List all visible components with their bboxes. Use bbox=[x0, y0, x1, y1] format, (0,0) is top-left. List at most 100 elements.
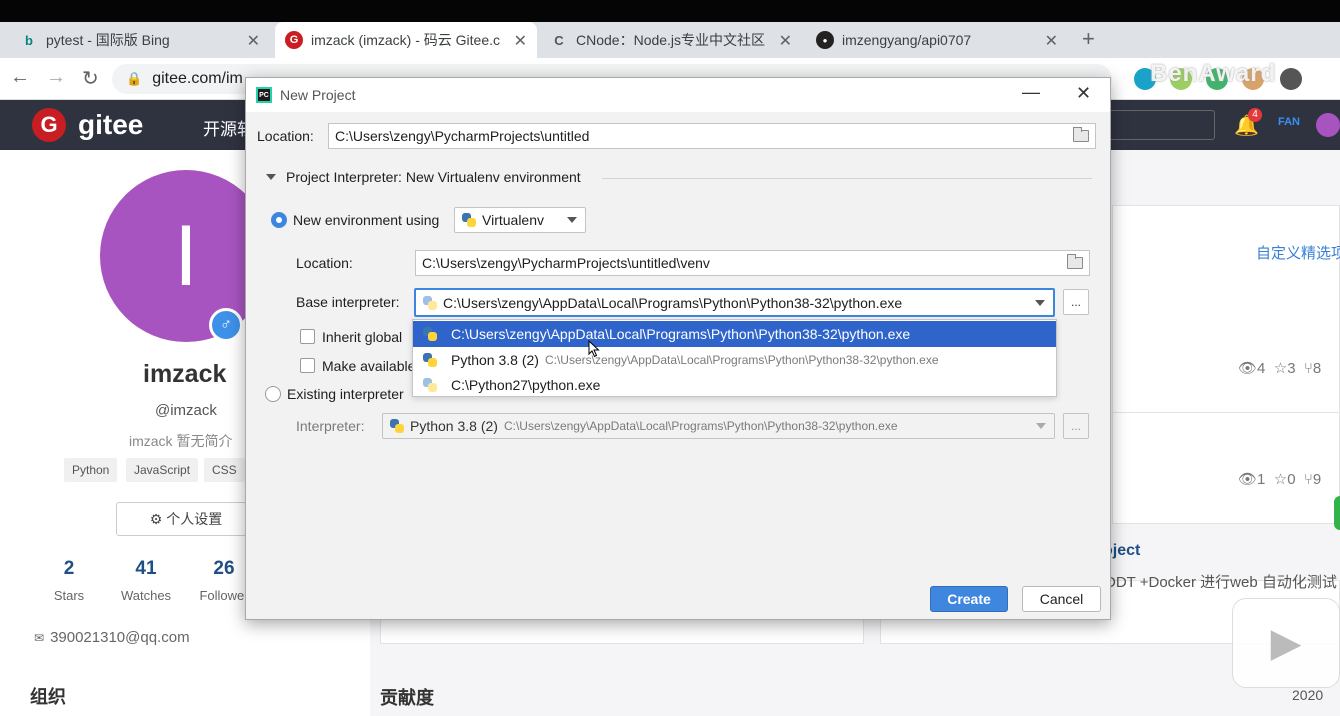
contribution-year[interactable]: 2020 bbox=[1292, 687, 1323, 703]
personal-settings-button[interactable]: ⚙ 个人设置 bbox=[116, 502, 256, 536]
dropdown-option[interactable]: C:\Python27\python.exe bbox=[413, 372, 1056, 398]
custom-featured-link[interactable]: 自定义精选项 bbox=[1256, 242, 1340, 263]
stat-label: Watches bbox=[120, 588, 172, 603]
location-label: Location: bbox=[257, 128, 314, 144]
star-icon[interactable]: ☆ bbox=[1274, 360, 1287, 377]
forks-count: 9 bbox=[1312, 471, 1322, 488]
tab-title: imzengyang/api0707 bbox=[842, 32, 972, 48]
settings-button-label: 个人设置 bbox=[166, 511, 223, 527]
interpreter-section-toggle[interactable]: Project Interpreter: New Virtualenv envi… bbox=[266, 169, 581, 185]
interpreter-label: Interpreter: bbox=[296, 418, 365, 434]
cnode-icon: C bbox=[554, 32, 564, 48]
inherit-global-checkbox[interactable] bbox=[300, 329, 315, 344]
dialog-titlebar: PC New Project — ✕ bbox=[246, 78, 1110, 112]
venv-location-input[interactable]: C:\Users\zengy\PycharmProjects\untitled\… bbox=[415, 250, 1090, 276]
base-interpreter-select[interactable]: C:\Users\zengy\AppData\Local\Programs\Py… bbox=[414, 288, 1055, 317]
views-count: 4 bbox=[1257, 360, 1266, 377]
tab-cnode[interactable]: C CNode：Node.js专业中文社区 ✕ bbox=[540, 22, 802, 58]
python-icon bbox=[462, 213, 476, 227]
organizations-heading: 组织 bbox=[30, 687, 66, 707]
fork-icon[interactable]: ⑂ bbox=[1304, 471, 1313, 488]
project-description: DDT +Docker 进行web 自动化测试 bbox=[1105, 574, 1337, 591]
gear-icon: ⚙ bbox=[149, 510, 163, 527]
minimize-icon[interactable]: — bbox=[1022, 82, 1040, 103]
interpreter-path: C:\Users\zengy\AppData\Local\Programs\Py… bbox=[503, 419, 898, 433]
profile-handle: @imzack bbox=[155, 402, 217, 419]
avatar[interactable] bbox=[1316, 113, 1340, 137]
project-card[interactable] bbox=[1112, 205, 1340, 415]
gitee-icon: G bbox=[285, 31, 303, 49]
views-count: 1 bbox=[1257, 471, 1266, 488]
gitee-logo[interactable]: G gitee bbox=[32, 108, 143, 142]
male-icon: ♂ bbox=[209, 308, 243, 342]
fork-icon[interactable]: ⑂ bbox=[1304, 360, 1313, 377]
forward-arrow-icon[interactable]: → bbox=[46, 66, 66, 89]
python-icon bbox=[390, 419, 404, 433]
stat-watches[interactable]: 41 Watches bbox=[111, 558, 181, 603]
project-meta: 👁4 ☆3 ⑂8 bbox=[1238, 359, 1321, 377]
browse-existing-button[interactable]: ... bbox=[1063, 413, 1089, 439]
contribution-heading: 贡献度 bbox=[380, 688, 434, 708]
chevron-down-icon bbox=[1036, 423, 1046, 429]
lock-icon: 🔒 bbox=[126, 71, 143, 86]
option-sub-path: C:\Users\zengy\AppData\Local\Programs\Py… bbox=[544, 353, 939, 367]
dropdown-option[interactable]: C:\Users\zengy\AppData\Local\Programs\Py… bbox=[413, 321, 1056, 347]
notification-badge: 4 bbox=[1248, 108, 1262, 122]
close-icon[interactable]: ✕ bbox=[1076, 83, 1091, 104]
project-card[interactable] bbox=[1112, 412, 1340, 524]
profile-cat-icon[interactable] bbox=[1280, 68, 1302, 90]
tab-gitee[interactable]: G imzack (imzack) - 码云 Gitee.c ✕ bbox=[275, 22, 537, 58]
tab-github[interactable]: ● imzengyang/api0707 ✕ bbox=[806, 22, 1068, 58]
create-button[interactable]: Create bbox=[930, 586, 1008, 612]
tab-title: CNode：Node.js专业中文社区 bbox=[576, 32, 766, 48]
back-arrow-icon[interactable]: ← bbox=[10, 66, 30, 89]
play-icon[interactable]: ▶ bbox=[1232, 598, 1340, 688]
close-icon[interactable]: ✕ bbox=[247, 31, 260, 51]
mail-icon: ✉ bbox=[34, 631, 45, 645]
venv-location-label: Location: bbox=[296, 255, 353, 271]
folder-icon[interactable] bbox=[1067, 254, 1083, 269]
stars-count: 0 bbox=[1287, 471, 1296, 488]
profile-bio: imzack 暂无简介 bbox=[129, 433, 233, 449]
existing-interpreter-label: Existing interpreter bbox=[287, 386, 404, 402]
bing-icon: b bbox=[25, 32, 33, 48]
new-environment-radio[interactable] bbox=[271, 212, 287, 228]
option-label: C:\Python27\python.exe bbox=[451, 377, 601, 393]
reload-icon[interactable]: ↻ bbox=[82, 66, 99, 91]
new-tab-icon[interactable]: + bbox=[1082, 26, 1095, 52]
environment-tool-value: Virtualenv bbox=[482, 212, 545, 228]
stat-number: 2 bbox=[63, 558, 75, 579]
dropdown-option[interactable]: Python 3.8 (2) C:\Users\zengy\AppData\Lo… bbox=[413, 347, 1056, 373]
stat-stars[interactable]: 2 Stars bbox=[34, 558, 104, 603]
location-input[interactable]: C:\Users\zengy\PycharmProjects\untitled bbox=[328, 123, 1096, 149]
make-available-checkbox[interactable] bbox=[300, 358, 315, 373]
tag-python[interactable]: Python bbox=[64, 458, 118, 482]
tag-javascript[interactable]: JavaScript bbox=[126, 458, 199, 482]
section-title: Project Interpreter: New Virtualenv envi… bbox=[286, 169, 581, 185]
gitee-search-input[interactable] bbox=[1105, 110, 1215, 140]
url-text: gitee.com/im bbox=[152, 70, 243, 87]
existing-interpreter-radio[interactable] bbox=[265, 386, 281, 402]
side-float-button[interactable] bbox=[1334, 496, 1340, 530]
close-icon[interactable]: ✕ bbox=[514, 31, 527, 51]
tab-bing[interactable]: b pytest - 国际版 Bing ✕ bbox=[10, 22, 270, 58]
tag-css[interactable]: CSS bbox=[204, 458, 245, 482]
inherit-global-label: Inherit global bbox=[322, 329, 403, 345]
existing-interpreter-select[interactable]: Python 3.8 (2) C:\Users\zengy\AppData\Lo… bbox=[382, 413, 1055, 439]
tab-title: pytest - 国际版 Bing bbox=[46, 32, 170, 48]
close-icon[interactable]: ✕ bbox=[779, 31, 792, 51]
browse-interpreter-button[interactable]: ... bbox=[1063, 289, 1089, 315]
close-icon[interactable]: ✕ bbox=[1045, 31, 1058, 51]
gitee-logo-text: gitee bbox=[78, 109, 144, 140]
base-interpreter-dropdown: C:\Users\zengy\AppData\Local\Programs\Py… bbox=[412, 319, 1057, 397]
python-icon bbox=[423, 327, 437, 341]
option-label: C:\Users\zengy\AppData\Local\Programs\Py… bbox=[451, 326, 911, 342]
make-available-label: Make available bbox=[322, 358, 416, 374]
environment-tool-select[interactable]: Virtualenv bbox=[454, 207, 586, 233]
tab-title: imzack (imzack) - 码云 Gitee.c bbox=[311, 32, 501, 48]
eye-icon: 👁 bbox=[1238, 471, 1258, 488]
star-icon[interactable]: ☆ bbox=[1274, 471, 1287, 488]
cancel-button[interactable]: Cancel bbox=[1022, 586, 1101, 612]
folder-icon[interactable] bbox=[1073, 127, 1089, 142]
section-divider bbox=[602, 178, 1092, 179]
